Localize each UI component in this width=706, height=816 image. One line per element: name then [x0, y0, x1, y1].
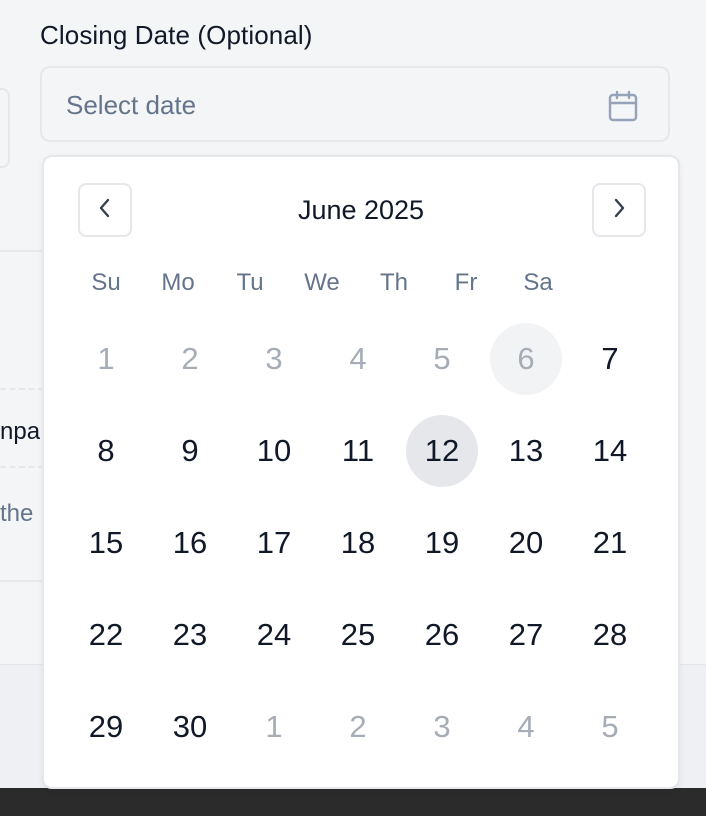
- background-divider: [0, 580, 44, 582]
- calendar-day[interactable]: 20: [490, 507, 562, 579]
- calendar-day[interactable]: 30: [154, 691, 226, 763]
- next-month-button[interactable]: [592, 183, 646, 237]
- weekday-label: Sa: [523, 269, 553, 296]
- calendar-day[interactable]: 16: [154, 507, 226, 579]
- calendar-day[interactable]: 11: [322, 415, 394, 487]
- calendar-day: 5: [601, 709, 619, 744]
- closing-date-label: Closing Date (Optional): [40, 20, 313, 50]
- background-text-snippet: npa: [0, 418, 40, 445]
- weekday-label: Su: [91, 269, 121, 296]
- background-divider-dashed: [0, 388, 44, 390]
- calendar-day[interactable]: 7: [574, 323, 646, 395]
- calendar-day[interactable]: 23: [154, 599, 226, 671]
- calendar-day[interactable]: 25: [322, 599, 394, 671]
- calendar-day: 4: [517, 709, 535, 744]
- background-bottom-bar: [0, 788, 706, 816]
- calendar-day[interactable]: 21: [574, 507, 646, 579]
- calendar-day[interactable]: 29: [70, 691, 142, 763]
- calendar-day: 1: [265, 709, 283, 744]
- weekday-header-row: Su Mo Tu We Th Fr Sa: [70, 269, 586, 299]
- chevron-right-icon: [611, 197, 627, 224]
- background-divider-dashed: [0, 466, 44, 468]
- weekday-label: Th: [379, 269, 408, 296]
- calendar-day[interactable]: 22: [70, 599, 142, 671]
- calendar-day[interactable]: 13: [490, 415, 562, 487]
- calendar-day[interactable]: 24: [238, 599, 310, 671]
- calendar-day: 1: [97, 341, 115, 376]
- calendar-day[interactable]: 18: [322, 507, 394, 579]
- calendar-day[interactable]: 9: [154, 415, 226, 487]
- weekday-label: Mo: [161, 269, 195, 296]
- closing-date-input[interactable]: Select date: [40, 66, 670, 142]
- calendar-day: 6: [490, 323, 562, 395]
- calendar-day[interactable]: 27: [490, 599, 562, 671]
- weekday-label: We: [304, 269, 340, 296]
- calendar-day: 4: [349, 341, 367, 376]
- calendar-day-selected[interactable]: 12: [406, 415, 478, 487]
- calendar-day[interactable]: 19: [406, 507, 478, 579]
- calendar-day-grid: 1 2 3 4 5 6 7 8 9 10 11 12 13 14 15 16 17 18 19 20 21 22 23 24 2…: [70, 323, 658, 783]
- calendar-day[interactable]: 8: [70, 415, 142, 487]
- background-divider: [0, 250, 44, 252]
- calendar-day: 3: [433, 709, 451, 744]
- calendar-popover: June 2025 Su Mo Tu We Th Fr Sa 123456789…: [42, 155, 680, 789]
- calendar-day[interactable]: 15: [70, 507, 142, 579]
- calendar-day: 5: [433, 341, 451, 376]
- calendar-day[interactable]: 14: [574, 415, 646, 487]
- background-text-snippet: the: [0, 500, 34, 527]
- weekday-label: Tu: [236, 269, 264, 296]
- calendar-day: 2: [181, 341, 199, 376]
- calendar-icon[interactable]: [608, 90, 638, 122]
- calendar-day[interactable]: 28: [574, 599, 646, 671]
- calendar-day[interactable]: 10: [238, 415, 310, 487]
- background-card-edge: [0, 88, 10, 168]
- calendar-day: 2: [349, 709, 367, 744]
- calendar-day[interactable]: 17: [238, 507, 310, 579]
- calendar-month-title: June 2025: [297, 195, 425, 225]
- weekday-label: Fr: [454, 269, 478, 296]
- calendar-day: 3: [265, 341, 283, 376]
- calendar-day[interactable]: 26: [406, 599, 478, 671]
- date-input-placeholder: Select date: [66, 90, 197, 120]
